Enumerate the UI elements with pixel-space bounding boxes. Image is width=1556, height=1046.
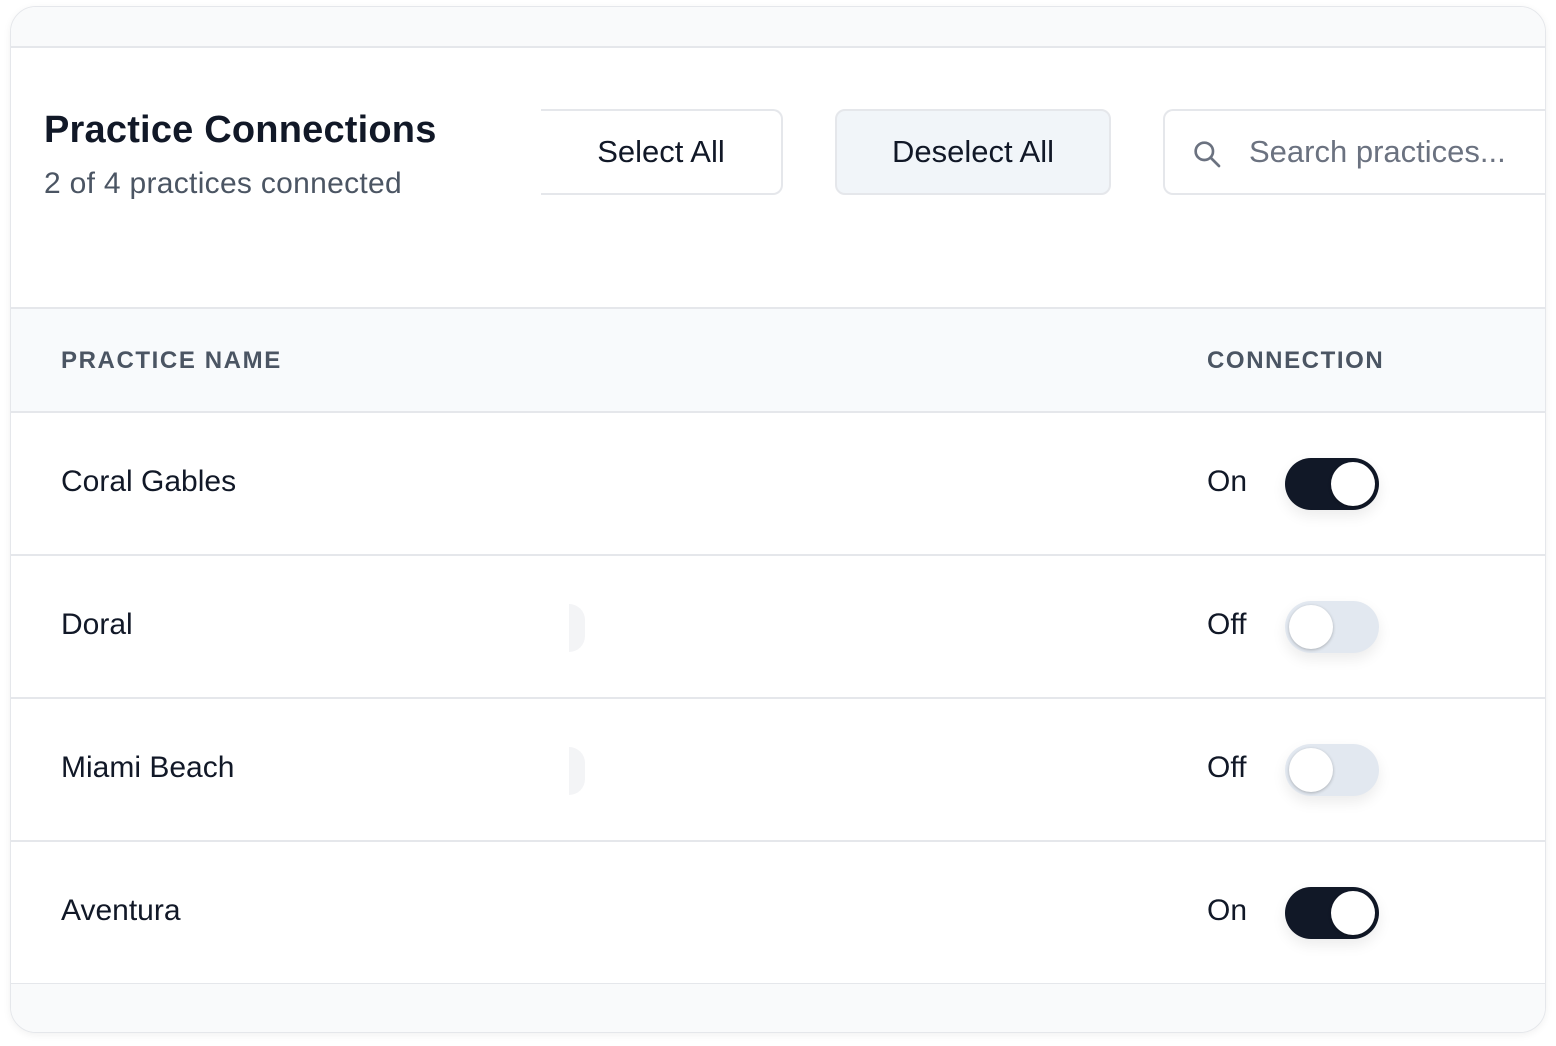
toggle-knob	[1331, 462, 1375, 506]
search-box	[1163, 109, 1545, 195]
footer-strip	[11, 984, 1545, 1032]
practice-name: Aventura	[61, 894, 181, 927]
connection-state-label: On	[1207, 894, 1248, 927]
column-header-connection: CONNECTION	[1207, 347, 1385, 374]
practice-name: Coral Gables	[61, 465, 237, 498]
row-edge-artifact	[569, 747, 585, 795]
practice-name: Doral	[61, 608, 133, 641]
select-all-button[interactable]: Select All	[541, 109, 783, 195]
row-edge-artifact	[569, 604, 585, 652]
table-header: PRACTICE NAME CONNECTION	[11, 307, 1545, 413]
connection-state-label: On	[1207, 465, 1248, 498]
connection-toggle[interactable]	[1285, 887, 1379, 939]
practice-name: Miami Beach	[61, 751, 235, 784]
top-strip	[11, 7, 1545, 48]
connection-toggle[interactable]	[1285, 744, 1379, 796]
table-row: Doral Off	[11, 556, 1545, 699]
search-icon	[1194, 141, 1221, 168]
search-input[interactable]	[1249, 121, 1545, 183]
table-row: Coral Gables On	[11, 413, 1545, 556]
connection-toggle[interactable]	[1285, 458, 1379, 510]
connection-toggle[interactable]	[1285, 601, 1379, 653]
toggle-knob	[1289, 748, 1333, 792]
connection-state-label: Off	[1207, 608, 1247, 641]
toggle-knob	[1331, 891, 1375, 935]
table-row: Miami Beach Off	[11, 699, 1545, 842]
page-title: Practice Connections	[44, 109, 437, 151]
connection-state-label: Off	[1207, 751, 1247, 784]
practice-connections-card: Practice Connections 2 of 4 practices co…	[10, 6, 1546, 1033]
table-row: Aventura On	[11, 842, 1545, 985]
connection-count: 2 of 4 practices connected	[44, 167, 403, 200]
column-header-practice-name: PRACTICE NAME	[61, 347, 282, 374]
deselect-all-button[interactable]: Deselect All	[835, 109, 1111, 195]
toggle-knob	[1289, 605, 1333, 649]
